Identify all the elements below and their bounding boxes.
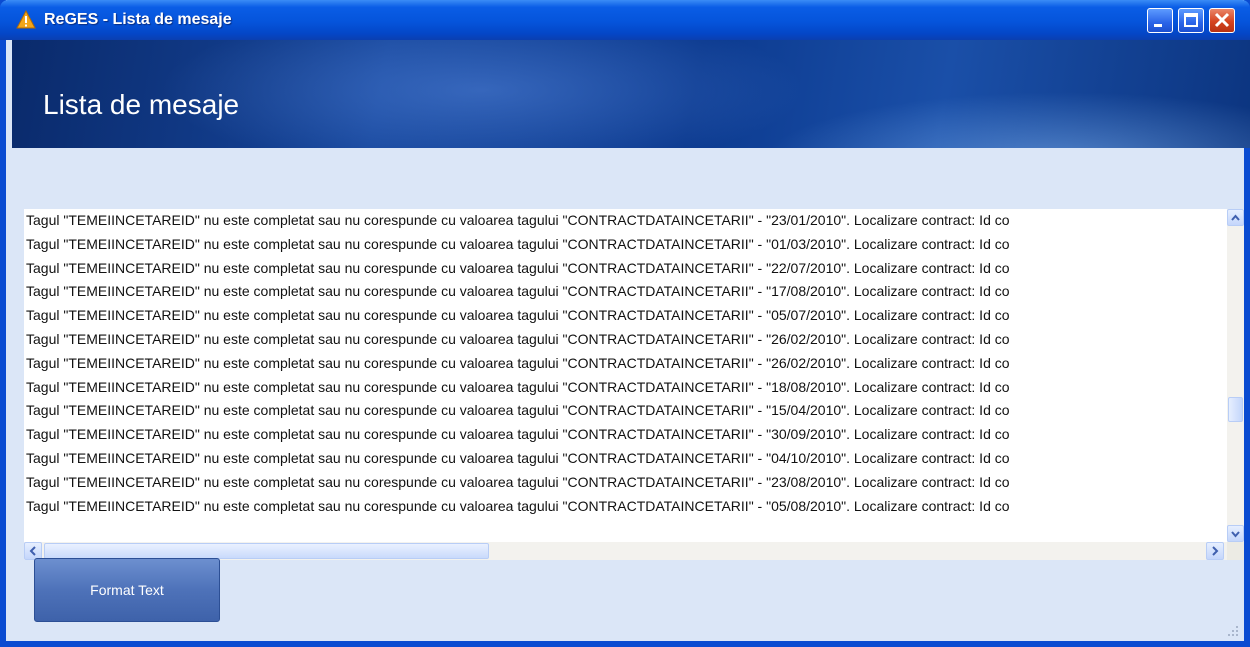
message-row[interactable]: Tagul "TEMEIINCETAREID" nu este completa… [24, 209, 1227, 233]
header-banner: Lista de mesaje [12, 40, 1250, 148]
scroll-down-button[interactable] [1227, 525, 1244, 542]
title-bar[interactable]: ReGES - Lista de mesaje [0, 0, 1250, 40]
chevron-left-icon [29, 546, 36, 556]
message-row[interactable]: Tagul "TEMEIINCETAREID" nu este completa… [24, 376, 1227, 400]
message-list[interactable]: Tagul "TEMEIINCETAREID" nu este completa… [24, 209, 1227, 542]
warning-icon [16, 10, 36, 29]
message-row[interactable]: Tagul "TEMEIINCETAREID" nu este completa… [24, 352, 1227, 376]
page-title: Lista de mesaje [43, 89, 240, 120]
message-row[interactable]: Tagul "TEMEIINCETAREID" nu este completa… [24, 471, 1227, 495]
minimize-button[interactable] [1147, 8, 1173, 33]
resize-grip-icon[interactable] [1226, 624, 1240, 638]
close-button[interactable] [1209, 8, 1235, 33]
message-row[interactable]: Tagul "TEMEIINCETAREID" nu este completa… [24, 447, 1227, 471]
chevron-up-icon [1231, 214, 1240, 221]
maximize-icon [1184, 13, 1198, 27]
message-row[interactable]: Tagul "TEMEIINCETAREID" nu este completa… [24, 304, 1227, 328]
minimize-icon [1154, 24, 1162, 27]
chevron-right-icon [1212, 546, 1219, 556]
message-row[interactable]: Tagul "TEMEIINCETAREID" nu este completa… [24, 399, 1227, 423]
horizontal-scroll-thumb[interactable] [44, 543, 489, 559]
window-title: ReGES - Lista de mesaje [44, 11, 232, 28]
format-text-button[interactable]: Format Text [34, 558, 220, 622]
message-row[interactable]: Tagul "TEMEIINCETAREID" nu este completa… [24, 495, 1227, 519]
scroll-right-button[interactable] [1206, 542, 1224, 560]
message-row[interactable]: Tagul "TEMEIINCETAREID" nu este completa… [24, 328, 1227, 352]
vertical-scroll-thumb[interactable] [1228, 397, 1243, 422]
message-row[interactable]: Tagul "TEMEIINCETAREID" nu este completa… [24, 257, 1227, 281]
message-row[interactable]: Tagul "TEMEIINCETAREID" nu este completa… [24, 423, 1227, 447]
vertical-scrollbar[interactable] [1227, 209, 1244, 542]
maximize-button[interactable] [1178, 8, 1204, 33]
message-row[interactable]: Tagul "TEMEIINCETAREID" nu este completa… [24, 233, 1227, 257]
chevron-down-icon [1231, 531, 1240, 538]
scrollbar-corner [1227, 542, 1244, 560]
message-row[interactable]: Tagul "TEMEIINCETAREID" nu este completa… [24, 280, 1227, 304]
scroll-up-button[interactable] [1227, 209, 1244, 226]
close-icon [1214, 12, 1230, 28]
